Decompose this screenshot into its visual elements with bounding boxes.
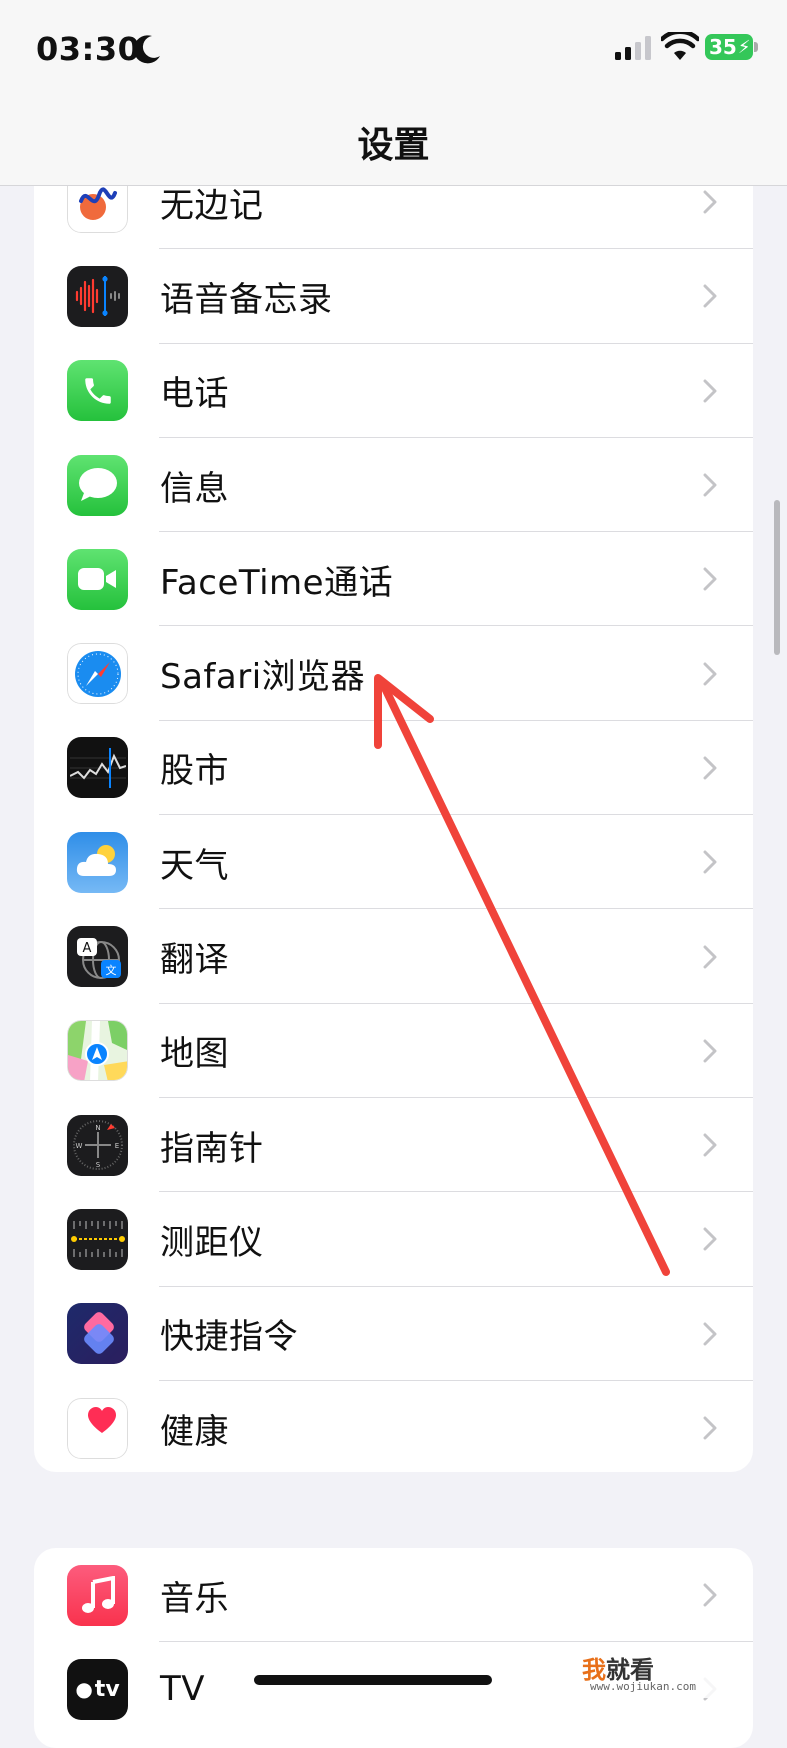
- maps-icon: [67, 1020, 128, 1082]
- settings-group-apps: 无边记 语音备忘录 电话 信息 FaceTime通话 Safari浏览器 股市 天气 A 文翻译地…: [34, 160, 753, 1472]
- facetime-icon: [67, 548, 128, 610]
- cellular-signal-icon: [615, 36, 651, 60]
- voice-memos-icon: [67, 265, 128, 327]
- chevron-right-icon: [703, 1039, 717, 1063]
- apple-tv-icon: ● tv: [67, 1658, 128, 1720]
- svg-text:A: A: [82, 941, 91, 956]
- settings-row-label: FaceTime通话: [160, 562, 394, 603]
- scrollbar[interactable]: [774, 500, 780, 655]
- messages-icon: [67, 454, 128, 516]
- chevron-right-icon: [703, 945, 717, 969]
- settings-row-label: 信息: [160, 468, 229, 509]
- home-indicator[interactable]: [254, 1675, 492, 1685]
- settings-row-label: 健康: [160, 1411, 229, 1452]
- battery-tip: [754, 42, 758, 52]
- svg-text:S: S: [95, 1161, 100, 1169]
- settings-row-compass[interactable]: N S W E 指南针: [34, 1098, 753, 1193]
- svg-text:N: N: [95, 1124, 100, 1132]
- settings-row-voice-memos[interactable]: 语音备忘录: [34, 249, 753, 344]
- settings-row-label: 天气: [160, 845, 229, 886]
- chevron-right-icon: [703, 850, 717, 874]
- watermark: 我就看 www.wojiukan.com: [580, 1648, 730, 1698]
- measure-icon: [67, 1208, 128, 1270]
- phone-icon: [67, 360, 128, 422]
- status-time: 03:30: [36, 30, 141, 68]
- battery-level: 35: [709, 35, 737, 59]
- svg-text:E: E: [114, 1142, 118, 1150]
- page-title: 设置: [357, 125, 430, 166]
- settings-row-health[interactable]: 健康: [34, 1381, 753, 1472]
- moon-icon: [133, 35, 160, 64]
- settings-row-weather[interactable]: 天气: [34, 815, 753, 910]
- chevron-right-icon: [703, 1416, 717, 1440]
- settings-row-label: 语音备忘录: [160, 279, 333, 320]
- settings-row-facetime[interactable]: FaceTime通话: [34, 532, 753, 627]
- settings-row-label: Safari浏览器: [160, 657, 366, 698]
- svg-text:W: W: [75, 1142, 82, 1150]
- chevron-right-icon: [703, 1227, 717, 1251]
- settings-row-label: 股市: [160, 751, 229, 792]
- shortcuts-icon: [67, 1303, 128, 1365]
- settings-row-translate[interactable]: A 文翻译: [34, 909, 753, 1004]
- chevron-right-icon: [703, 567, 717, 591]
- chevron-right-icon: [703, 1133, 717, 1157]
- chevron-right-icon: [703, 473, 717, 497]
- chevron-right-icon: [703, 662, 717, 686]
- music-icon: [67, 1564, 128, 1626]
- settings-row-label: 测距仪: [160, 1222, 264, 1263]
- settings-row-measure[interactable]: 测距仪: [34, 1192, 753, 1287]
- health-icon: [67, 1397, 128, 1459]
- settings-row-stocks[interactable]: 股市: [34, 721, 753, 816]
- settings-row-messages[interactable]: 信息: [34, 438, 753, 533]
- status-and-nav-bar: 03:30 35 ⚡ 设置: [0, 0, 787, 186]
- chevron-right-icon: [703, 379, 717, 403]
- settings-row-label: 指南针: [160, 1128, 264, 1169]
- settings-row-phone[interactable]: 电话: [34, 344, 753, 438]
- settings-row-label: 音乐: [160, 1578, 229, 1619]
- settings-row-label: 电话: [160, 374, 229, 415]
- battery-charging-icon: 35 ⚡: [705, 34, 753, 60]
- settings-row-maps[interactable]: 地图: [34, 1004, 753, 1098]
- stocks-icon: [67, 737, 128, 799]
- svg-text:文: 文: [105, 963, 116, 977]
- settings-row-label: 地图: [160, 1034, 229, 1075]
- chevron-right-icon: [703, 284, 717, 308]
- watermark-url: www.wojiukan.com: [590, 1680, 696, 1693]
- safari-icon: [67, 643, 128, 705]
- compass-icon: N S W E: [67, 1114, 128, 1176]
- chevron-right-icon: [703, 756, 717, 780]
- settings-row-music[interactable]: 音乐: [34, 1548, 753, 1643]
- chevron-right-icon: [703, 1322, 717, 1346]
- weather-icon: [67, 831, 128, 893]
- chevron-right-icon: [703, 190, 717, 214]
- translate-icon: A文: [67, 926, 128, 988]
- chevron-right-icon: [703, 1583, 717, 1607]
- settings-row-label: 翻译: [160, 940, 229, 981]
- settings-row-label: 快捷指令: [160, 1317, 298, 1358]
- wifi-icon: [661, 32, 699, 60]
- settings-row-safari[interactable]: Safari浏览器: [34, 626, 753, 721]
- settings-row-shortcuts[interactable]: 快捷指令: [34, 1287, 753, 1381]
- settings-row-label: TV: [160, 1669, 206, 1710]
